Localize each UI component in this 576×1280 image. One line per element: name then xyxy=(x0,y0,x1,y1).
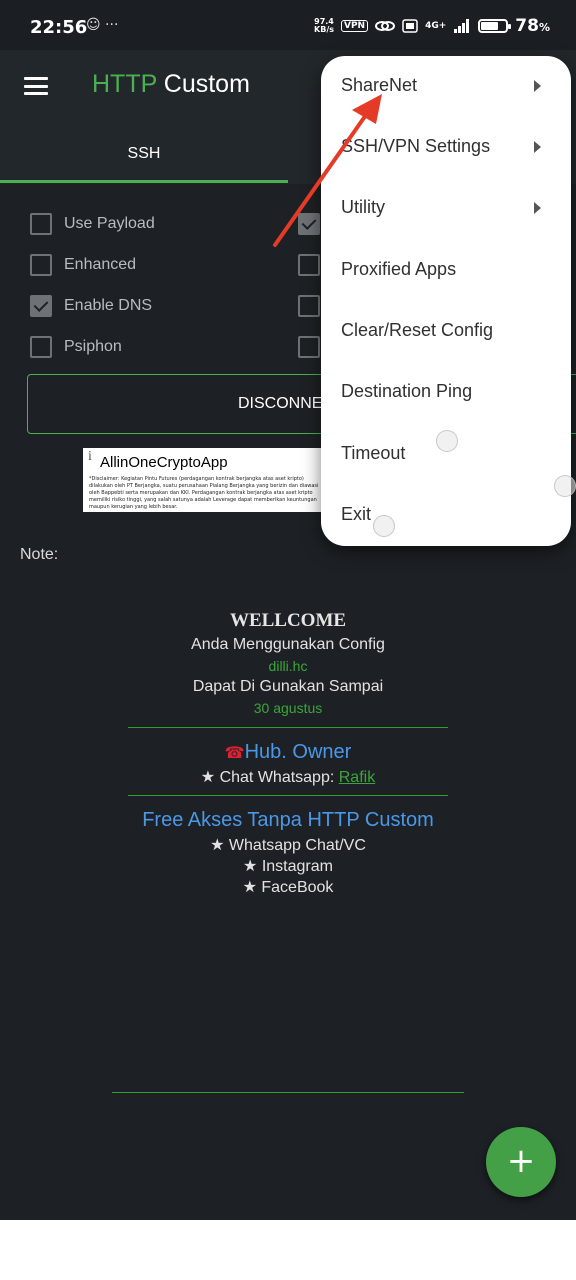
checkbox-box[interactable] xyxy=(298,336,320,358)
annotation-arrow-icon xyxy=(273,94,382,247)
menu-item-label: Destination Ping xyxy=(341,381,473,401)
touch-indicator xyxy=(373,515,395,537)
note-chat-prefix: ★ Chat Whatsapp: xyxy=(200,769,339,786)
menu-item-exit[interactable]: Exit xyxy=(321,485,571,546)
checkbox-box[interactable] xyxy=(30,336,52,358)
checkbox-label: Psiphon xyxy=(64,338,122,355)
navigation-bar xyxy=(0,1220,576,1280)
ad-info-icon[interactable]: i xyxy=(88,449,92,465)
note-line2: Dapat Di Gunakan Sampai xyxy=(192,678,384,695)
plus-icon: + xyxy=(506,1141,536,1181)
ad-disclaimer: *Disclaimer: Kegiatan Pintu Futures (per… xyxy=(89,476,319,510)
ad-title: AllinOneCryptoApp xyxy=(100,454,228,471)
phone-icon: ☎ xyxy=(224,745,245,762)
divider xyxy=(112,1092,464,1093)
menu-item-clear-reset-config[interactable]: Clear/Reset Config xyxy=(321,301,571,362)
note-line1: Anda Menggunakan Config xyxy=(191,636,385,653)
touch-indicator xyxy=(436,430,458,452)
menu-item-destination-ping[interactable]: Destination Ping xyxy=(321,362,571,423)
note-config-name: dilli.hc xyxy=(268,658,308,674)
note-free-title: Free Akses Tanpa HTTP Custom xyxy=(142,809,434,831)
app-screen: 22:56 ☺ ··· 97.4 KB/s VPN 4G+ 78% HTTP C… xyxy=(0,0,576,1220)
menu-item-label: Exit xyxy=(341,504,372,524)
checkbox-psiphon[interactable]: Psiphon xyxy=(30,336,122,358)
note-owner-title: Hub. Owner xyxy=(244,741,352,763)
touch-indicator xyxy=(554,475,576,497)
note-item: ★ Instagram xyxy=(243,858,333,875)
note-label: Note: xyxy=(20,546,59,563)
divider xyxy=(128,727,448,728)
note-wellcome: WELLCOME xyxy=(229,610,347,631)
note-owner-heading: ☎Hub. Owner xyxy=(0,741,576,764)
note-item: ★ Whatsapp Chat/VC xyxy=(210,837,366,854)
menu-item-label: Timeout xyxy=(341,443,406,463)
divider xyxy=(128,795,448,796)
note-expiry: 30 agustus xyxy=(253,700,323,716)
ad-banner[interactable]: i AllinOneCryptoApp *Disclaimer: Kegiata… xyxy=(83,448,333,512)
add-fab-button[interactable]: + xyxy=(486,1127,556,1197)
menu-item-label: Clear/Reset Config xyxy=(341,320,494,340)
whatsapp-link[interactable]: Rafik xyxy=(339,769,375,786)
note-chat-line: ★ Chat Whatsapp: Rafik xyxy=(0,767,576,787)
note-item: ★ FaceBook xyxy=(242,879,334,896)
